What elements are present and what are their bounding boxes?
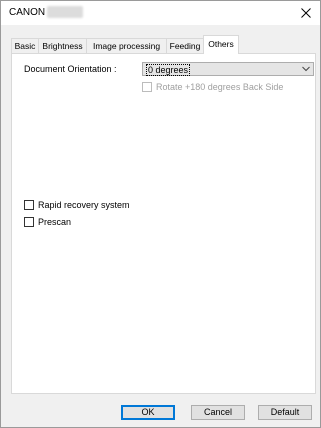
prescan-box — [24, 217, 34, 227]
rapid-recovery-box — [24, 200, 34, 210]
scanner-model-redacted — [47, 6, 83, 18]
window-title: CANON — [9, 7, 46, 18]
ok-button[interactable]: OK — [121, 405, 175, 420]
tab-others[interactable]: Others — [203, 35, 239, 54]
default-button[interactable]: Default — [258, 405, 312, 420]
tab-image-processing[interactable]: Image processing — [86, 38, 167, 53]
rapid-recovery-checkbox[interactable]: Rapid recovery system — [24, 200, 130, 210]
rotate-back-side-box — [142, 82, 152, 92]
title-bar: CANON — [1, 1, 320, 25]
scanner-settings-dialog: CANON Basic Brightness Image processing … — [0, 0, 321, 428]
close-icon — [301, 8, 311, 18]
rotate-back-side-label: Rotate +180 degrees Back Side — [156, 82, 284, 92]
prescan-label: Prescan — [38, 217, 72, 227]
chevron-down-icon — [302, 66, 310, 72]
close-button[interactable] — [294, 3, 318, 23]
document-orientation-label: Document Orientation : — [24, 64, 117, 74]
tab-feeding[interactable]: Feeding — [166, 38, 204, 53]
rapid-recovery-label: Rapid recovery system — [38, 200, 130, 210]
tab-brightness[interactable]: Brightness — [38, 38, 87, 53]
prescan-checkbox[interactable]: Prescan — [24, 217, 71, 227]
rotate-back-side-checkbox[interactable]: Rotate +180 degrees Back Side — [142, 82, 283, 92]
tab-basic[interactable]: Basic — [11, 38, 39, 53]
cancel-button[interactable]: Cancel — [191, 405, 245, 420]
others-panel: Document Orientation : 0 degrees Rotate … — [11, 53, 316, 394]
document-orientation-select[interactable]: 0 degrees — [142, 62, 314, 76]
document-orientation-value: 0 degrees — [146, 64, 191, 76]
